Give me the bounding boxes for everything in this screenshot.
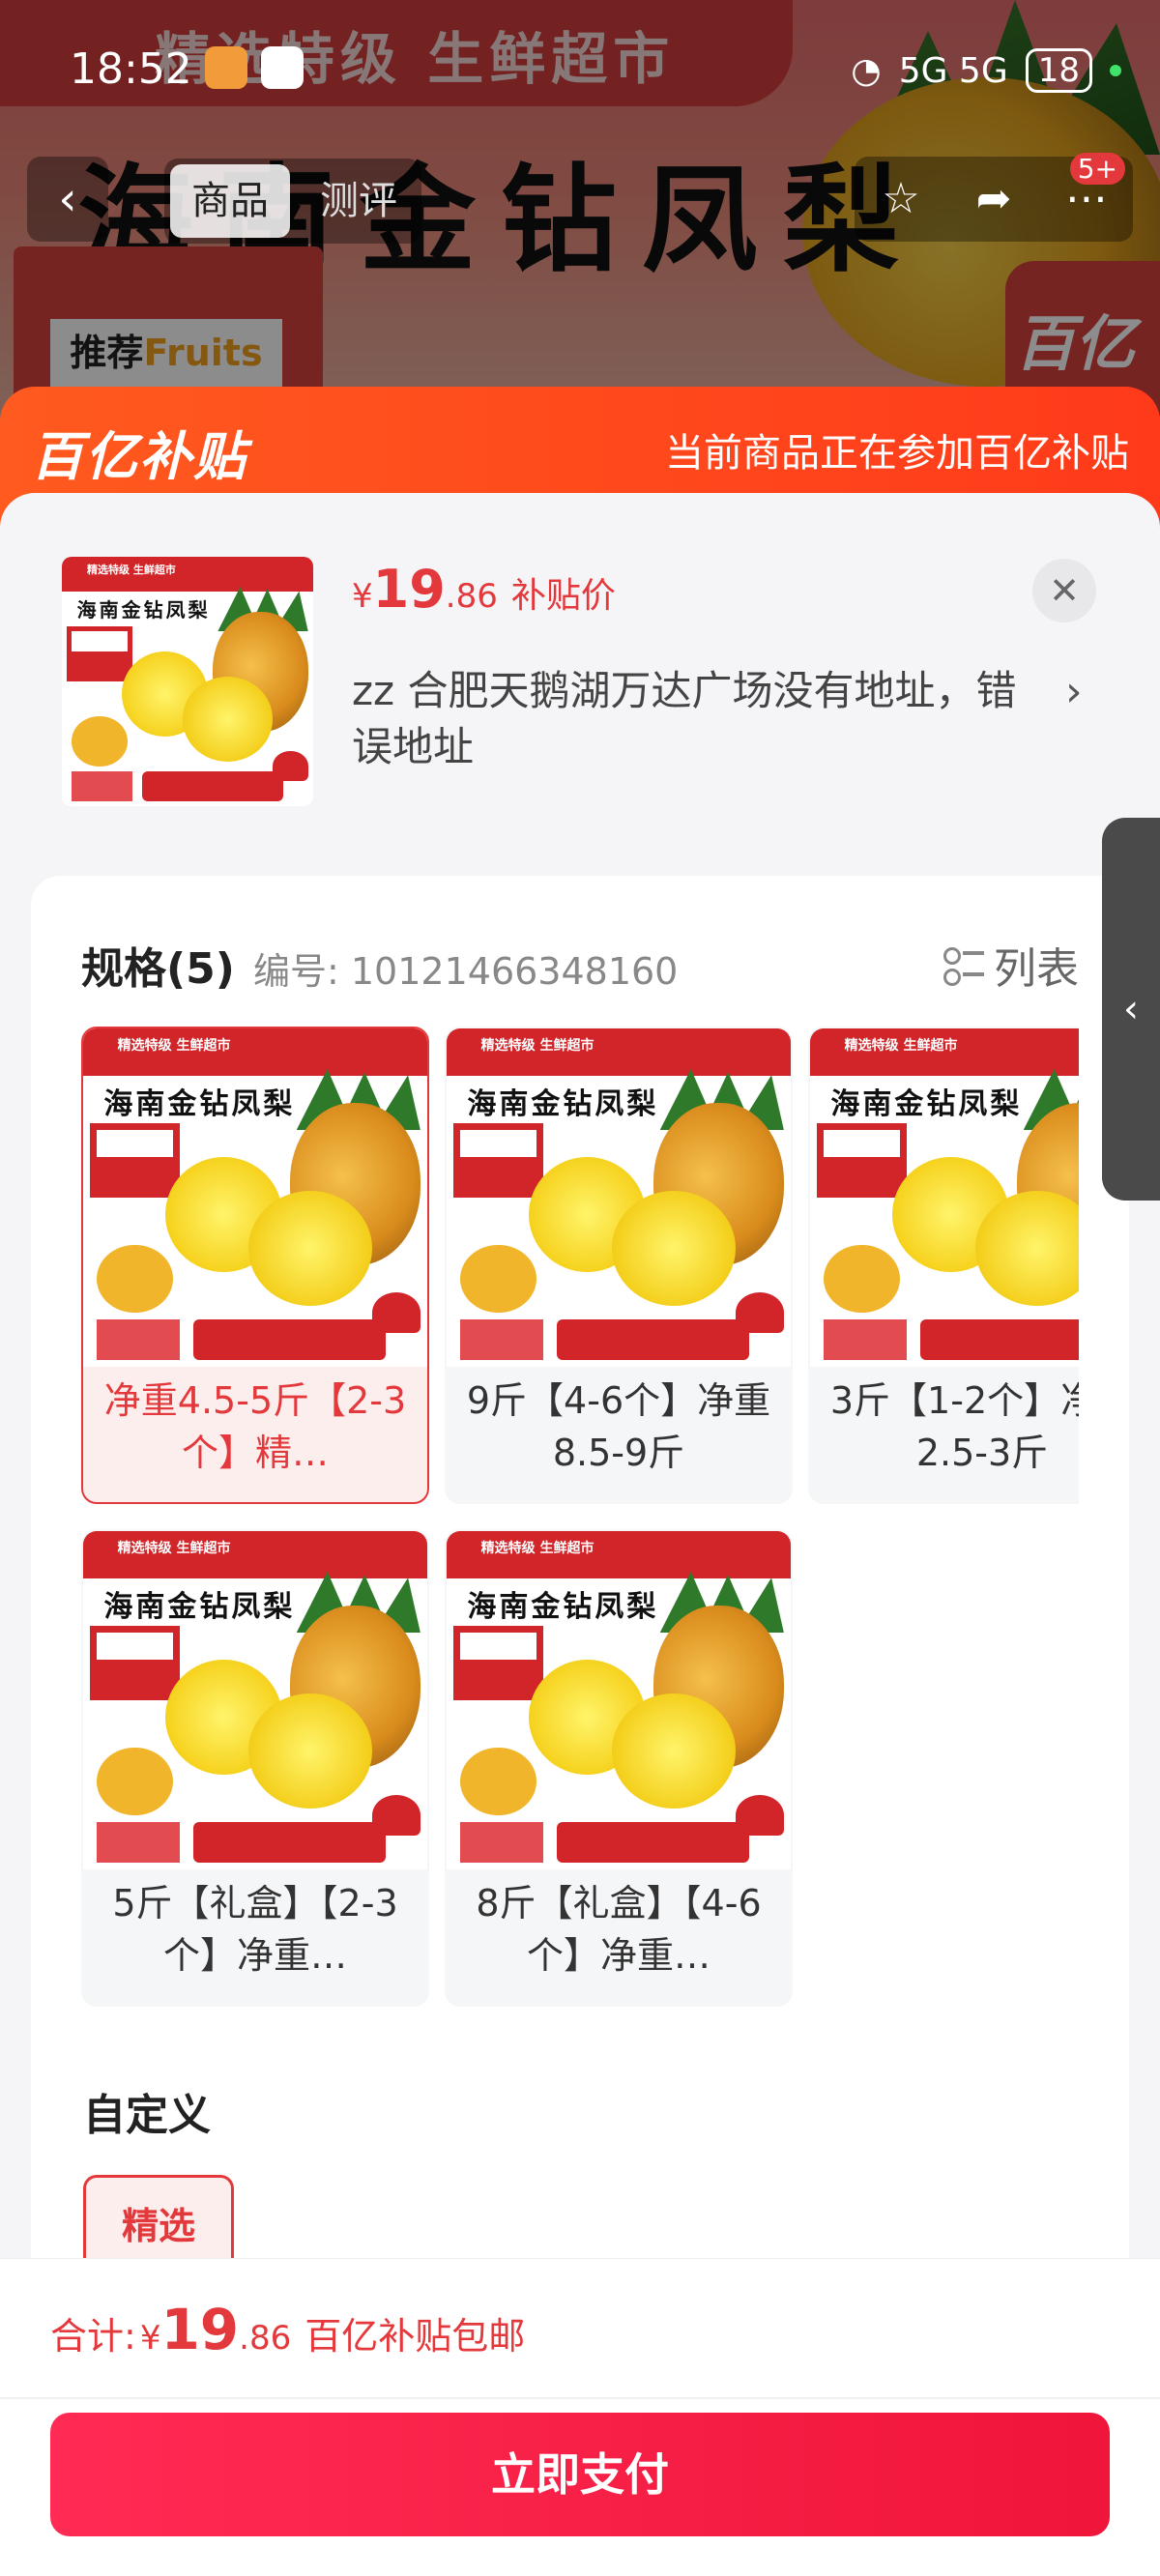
spec-image: 精选特级 生鲜超市 海南金钻凤梨	[83, 1028, 427, 1367]
close-icon: ✕	[1049, 569, 1080, 612]
list-view-label: 列表	[994, 944, 1079, 994]
spec-option-1[interactable]: 精选特级 生鲜超市 海南金钻凤梨 净重4.5-5斤【2-3个】精…	[81, 1027, 429, 1504]
chevron-right-icon[interactable]: ›	[1065, 667, 1083, 716]
spec-label: 净重4.5-5斤【2-3个】精…	[103, 1379, 407, 1474]
spec-option-4[interactable]: 精选特级 生鲜超市 海南金钻凤梨 5斤【礼盒】【2-3个】净重…	[81, 1529, 429, 2007]
spec-label: 5斤【礼盒】【2-3个】净重…	[112, 1882, 398, 1977]
spec-image: 精选特级 生鲜超市 海南金钻凤梨	[83, 1531, 427, 1869]
subsidy-text: 当前商品正在参加百亿补贴	[665, 431, 1129, 476]
divider	[0, 2397, 1160, 2399]
favorite-star-icon[interactable]: ☆	[855, 157, 947, 242]
custom-section-title: 自定义	[83, 2091, 211, 2140]
status-bar: 18:52 ◔ 5G 5G 18	[0, 39, 1160, 106]
chevron-left-icon: ‹	[58, 172, 77, 226]
subsidy-logo: 百亿补贴	[31, 426, 247, 487]
spec-option-3[interactable]: 精选特级 生鲜超市海南金钻凤梨 3斤【1-2个】净重2.5-3斤	[808, 1027, 1079, 1504]
spec-image: 精选特级 生鲜超市 海南金钻凤梨	[447, 1531, 791, 1869]
spec-option-5[interactable]: 精选特级 生鲜超市 海南金钻凤梨 8斤【礼盒】【4-6个】净重…	[445, 1529, 793, 2007]
back-button[interactable]: ‹	[27, 157, 108, 242]
close-button[interactable]: ✕	[1032, 559, 1096, 622]
product-price: ¥19.86 补贴价	[352, 559, 616, 620]
spec-option-2[interactable]: 精选特级 生鲜超市 海南金钻凤梨 9斤【4-6个】净重8.5-9斤	[445, 1027, 793, 1504]
tab-product[interactable]: 商品	[170, 164, 290, 238]
spec-title: 规格(5)	[81, 944, 235, 994]
privacy-indicator-icon	[1110, 65, 1121, 76]
app-notification-icon-2	[261, 46, 304, 89]
spec-label: 3斤【1-2个】净重2.5-3斤	[829, 1379, 1079, 1474]
signal-icon: 5G 5G	[898, 50, 1008, 91]
nav-actions: ☆ ➦ ⋯ 5+	[855, 153, 1133, 242]
product-thumbnail: 精选特级 生鲜超市 海南金钻凤梨	[62, 557, 313, 806]
battery-icon: 18	[1025, 48, 1092, 93]
spec-label: 8斤【礼盒】【4-6个】净重…	[476, 1882, 762, 1977]
product-code: 编号: 10121466348160	[253, 950, 679, 993]
spec-image: 精选特级 生鲜超市 海南金钻凤梨	[810, 1028, 1079, 1367]
spec-label: 9斤【4-6个】净重8.5-9斤	[466, 1379, 771, 1474]
delivery-address[interactable]: zz 合肥天鹅湖万达广场没有地址，错误地址	[352, 663, 1029, 775]
spec-image: 精选特级 生鲜超市 海南金钻凤梨	[447, 1028, 791, 1367]
list-view-toggle[interactable]: 列表	[943, 934, 1079, 996]
nav-tabs: 商品 测评	[164, 159, 421, 244]
spec-grid: 精选特级 生鲜超市 海南金钻凤梨 净重4.5-5斤【2-3个】精… 精选特级 生鲜…	[81, 1027, 1079, 2012]
share-icon[interactable]: ➦	[947, 157, 1040, 242]
total-price: 合计: ¥19.86 百亿补贴包邮	[50, 2297, 526, 2362]
tab-review[interactable]: 测评	[296, 159, 421, 244]
price-tag: 补贴价	[510, 576, 616, 616]
pay-now-button[interactable]: 立即支付	[50, 2413, 1110, 2536]
shipping-note: 百亿补贴包邮	[304, 2315, 526, 2358]
chevron-left-icon: ‹	[1123, 987, 1139, 1031]
list-icon	[943, 945, 984, 986]
wifi-icon: ◔	[851, 50, 882, 91]
message-badge: 5+	[1069, 153, 1125, 185]
side-panel-handle[interactable]: ‹	[1102, 818, 1160, 1201]
status-time: 18:52	[70, 44, 192, 94]
status-indicators: ◔ 5G 5G 18	[851, 48, 1121, 93]
app-notification-icon	[205, 46, 247, 89]
